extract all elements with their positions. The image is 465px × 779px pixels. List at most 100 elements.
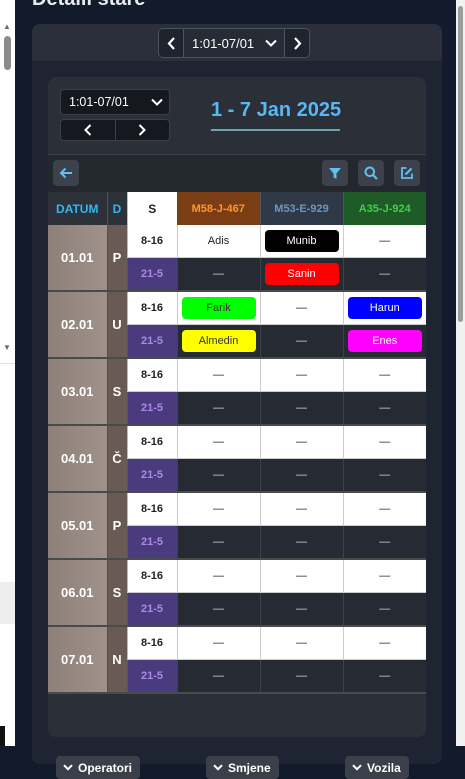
assignment-cell[interactable]: Farik [176,291,260,325]
scroll-up-icon[interactable]: ▲ [3,22,11,31]
range-nav-group: 1:01-07/01 [158,28,310,58]
operator-chip[interactable]: Munib [264,230,339,252]
week-select-value: 1:01-07/01 [69,95,129,109]
week-prev-button[interactable] [61,120,115,140]
edit-icon [401,167,413,179]
scroll-down-icon[interactable]: ▼ [3,343,11,352]
assignment-cell[interactable]: — [176,592,260,627]
assignment-cell[interactable]: — [259,425,343,459]
assignment-cell[interactable]: — [342,458,426,493]
header-datum: DATUM [48,192,107,225]
header-vehicle-2[interactable]: M53-E-929 [259,192,343,225]
range-next-button[interactable] [285,29,309,57]
schedule-panel: 1:01-07/01 1:01-07/01 1 - 7 Jan 2025 DAT… [32,24,442,779]
assignment-cell[interactable]: Munib [259,225,343,258]
assignment-cell[interactable]: — [176,358,260,392]
assignment-cell[interactable]: — [342,358,426,392]
right-scrollbar-thumb[interactable] [458,6,463,322]
assignment-cell[interactable]: — [342,626,426,660]
operator-chip[interactable]: Almedin [181,330,256,352]
operator-chip[interactable]: Harun [347,297,422,319]
week-panel: 1:01-07/01 1 - 7 Jan 2025 DATUM D S M58-… [48,77,426,779]
assignment-cell[interactable]: — [342,525,426,560]
filter-button[interactable] [322,160,348,186]
assignment-cell[interactable]: — [176,525,260,560]
weekday-cell: N [106,626,127,694]
assignment-cell[interactable]: — [342,391,426,426]
shift-label-cell: 21-5 [126,458,177,493]
filter-icon [329,167,341,179]
assignment-cell[interactable]: — [342,425,426,459]
operator-chip[interactable]: Sanin [264,263,339,285]
shift-label-cell: 21-5 [126,391,177,426]
assignment-cell[interactable]: — [259,391,343,426]
assignment-cell[interactable]: — [259,291,343,325]
week-select[interactable]: 1:01-07/01 [60,89,170,115]
assignment-cell[interactable]: — [259,358,343,392]
assignment-cell[interactable]: — [259,559,343,593]
assignment-cell[interactable]: — [342,492,426,526]
date-cell: 03.01 [48,358,107,426]
assignment-cell[interactable]: — [176,626,260,660]
weekday-cell: P [106,225,127,292]
search-button[interactable] [358,160,384,186]
table-row: 02.01 U 8-16 Farik — Harun [48,291,426,359]
assignment-cell[interactable]: — [176,458,260,493]
shift-label-cell: 21-5 [126,525,177,560]
date-title-underline [211,129,340,131]
header-vehicle-3[interactable]: A35-J-924 [342,192,426,225]
assignment-cell[interactable]: — [259,592,343,627]
assignment-cell[interactable]: — [176,391,260,426]
vehicles-toggle-button[interactable]: Vozila [345,756,409,779]
left-dark-corner [0,726,5,746]
assignment-cell[interactable]: Sanin [259,257,343,292]
shifts-toggle-button[interactable]: Smjene [206,756,279,779]
table-row: 05.01 P 8-16— — — [48,492,426,560]
assignment-cell[interactable]: — [259,659,343,694]
shift-label-cell: 8-16 [126,626,177,660]
assignment-cell[interactable]: — [259,626,343,660]
assignment-cell[interactable]: Enes [342,324,426,359]
assignment-cell[interactable]: — [342,659,426,694]
week-next-button[interactable] [114,120,169,140]
table-toolbar [48,154,426,193]
assignment-cell[interactable]: — [259,458,343,493]
range-select[interactable]: 1:01-07/01 [183,29,285,57]
shift-label-cell: 8-16 [126,225,177,258]
assignment-cell[interactable]: Almedin [176,324,260,359]
operator-chip[interactable]: Farik [181,297,256,319]
assignment-cell[interactable]: — [259,525,343,560]
table-row: 04.01 Č 8-16— — — [48,425,426,493]
edit-button[interactable] [394,160,420,186]
assignment-cell[interactable]: — [259,492,343,526]
date-cell: 02.01 [48,291,107,359]
schedule-table: DATUM D S M58-J-467 M53-E-929 A35-J-924 … [48,192,426,694]
right-scrollbar[interactable] [456,0,465,746]
left-scrollbar-thumb[interactable] [4,36,11,70]
date-cell: 05.01 [48,492,107,560]
assignment-cell[interactable]: — [342,559,426,593]
chevron-right-icon [293,36,301,50]
top-range-nav: 1:01-07/01 [32,24,442,61]
assignment-cell[interactable]: Harun [342,291,426,325]
assignment-cell[interactable]: — [342,592,426,627]
assignment-cell[interactable]: — [342,257,426,292]
operators-toggle-button[interactable]: Operatori [56,756,141,779]
chevron-down-icon [63,764,73,771]
assignment-cell[interactable]: — [342,225,426,258]
assignment-cell[interactable]: — [259,324,343,359]
week-arrow-group [60,119,170,141]
assignment-cell[interactable]: Adis [176,225,260,258]
assignment-cell[interactable]: — [176,559,260,593]
header-vehicle-1[interactable]: M58-J-467 [177,192,260,225]
assignment-cell[interactable]: — [176,492,260,526]
range-prev-button[interactable] [159,29,183,57]
back-button[interactable] [53,160,79,186]
assignment-cell[interactable]: — [176,659,260,694]
weekday-cell: Č [106,425,127,493]
assignment-cell[interactable]: — [176,257,260,292]
operator-chip[interactable]: Enes [347,330,422,352]
assignment-cell[interactable]: — [176,425,260,459]
chevron-down-icon [352,764,362,771]
shift-label-cell: 8-16 [126,291,177,325]
